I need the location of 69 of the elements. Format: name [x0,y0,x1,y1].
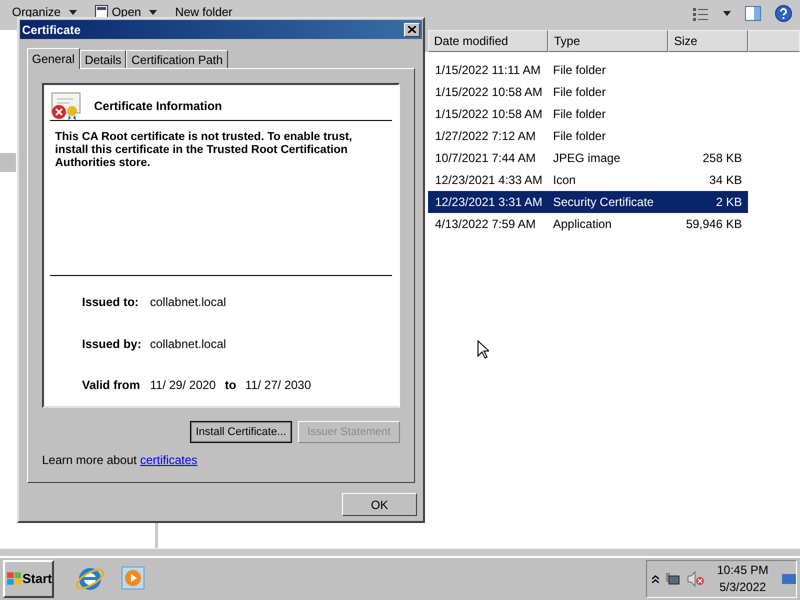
certificates-link[interactable]: certificates [140,453,198,467]
size-cell-text: 59,946 KB [684,216,742,233]
date-cell-text: 1/27/2022 7:12 AM [434,128,537,145]
size-cell-text: 34 KB [708,172,742,189]
column-header[interactable]: Size [668,30,748,52]
date-cell-text: 12/23/2021 4:33 AM [434,172,544,189]
clock-date[interactable]: 5/3/2022 [719,579,766,596]
view-list-icon[interactable] [693,6,709,20]
show-desktop-icon[interactable] [782,572,796,586]
type-cell-text: Icon [552,172,577,189]
field-value: collabnet.local [150,294,226,311]
date-cell-text: 1/15/2022 10:58 AM [434,84,544,101]
tab[interactable]: General [27,48,80,69]
ok-button[interactable]: OK [342,493,417,516]
trust-message: This CA Root certificate is not trusted. To enable trust, install this certificate in the Trusted Root Certification Authorities store. [54,131,354,170]
file-row[interactable]: 1/15/2022 11:11 AM File folder [428,59,748,81]
preview-pane-icon[interactable] [745,6,761,21]
help-icon[interactable] [775,5,792,22]
file-row[interactable]: 1/27/2022 7:12 AM File folder [428,125,748,147]
date-cell-text: 12/23/2021 3:31 AM [434,194,544,211]
file-row[interactable]: 4/13/2022 7:59 AM Application 59,946 KB [428,213,748,235]
column-header[interactable]: Date modified [428,30,548,52]
file-row[interactable]: 10/7/2021 7:44 AM JPEG image 258 KB [428,147,748,169]
close-button[interactable] [404,22,420,36]
windows-logo-icon [7,572,22,586]
type-cell-text: File folder [552,128,607,145]
field-label: to [224,377,236,394]
document-icon [94,5,108,19]
field-value: collabnet.local [150,336,226,352]
mouse-cursor-icon [477,340,489,359]
field-value: 11/ 27/ 2030 [245,377,312,394]
network-icon[interactable] [665,571,681,587]
speaker-muted-icon[interactable] [687,571,705,587]
file-row[interactable]: 1/15/2022 10:58 AM File folder [428,81,748,103]
close-icon [408,26,416,33]
window-title: Certificate [22,22,81,38]
type-cell-text: File folder [552,62,607,79]
type-cell-text: File folder [552,106,607,123]
date-cell-text: 1/15/2022 10:58 AM [434,106,544,123]
clock-time[interactable]: 10:45 PM [717,562,768,579]
column-header [748,30,800,52]
field-label: Issued to: [82,294,140,311]
tab[interactable]: Certification Path [126,50,228,68]
column-header[interactable]: Type [548,30,668,52]
type-cell-text: Security Certificate [552,194,655,211]
date-cell-text: 1/15/2022 11:11 AM [434,62,542,79]
date-cell-text: 10/7/2021 7:44 AM [434,150,537,167]
dialog-button[interactable]: Install Certificate... [190,421,292,443]
toolbar-button[interactable]: New folder [175,5,232,19]
date-cell-text: 4/13/2022 7:59 AM [434,216,537,233]
type-cell-text: Application [552,216,613,233]
field-label: Issued by: [82,336,142,352]
field-label: Valid from [82,377,142,394]
section-heading: Certificate Information [94,98,222,114]
caret-icon[interactable] [723,11,731,16]
toolbar-button[interactable]: Organize [12,5,77,19]
type-cell-text: JPEG image [552,150,622,167]
type-cell-text: File folder [552,84,607,101]
size-cell-text: 258 KB [702,150,742,167]
file-row[interactable]: 12/23/2021 3:31 AM Security Certificate 2 KB [428,191,748,213]
field-value: 11/ 29/ 2020 [150,377,216,394]
chevron-up-icon[interactable] [652,575,659,583]
learn-more-text: Learn more about [42,453,138,467]
start-button[interactable]: Start [3,560,54,598]
file-row[interactable]: 1/15/2022 10:58 AM File folder [428,103,748,125]
size-cell-text: 2 KB [714,194,742,211]
certificate-error-icon [50,90,82,120]
tab[interactable]: Details [80,50,126,68]
file-row[interactable]: 12/23/2021 4:33 AM Icon 34 KB [428,169,748,191]
